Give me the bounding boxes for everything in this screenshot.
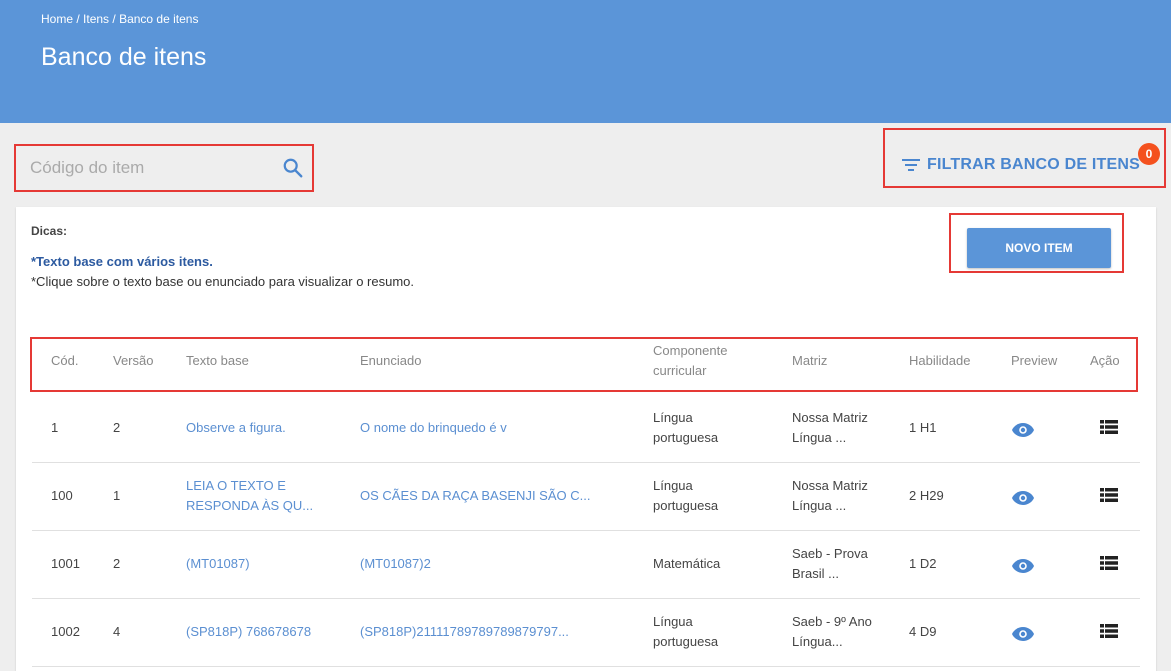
row-version: 4: [113, 624, 121, 639]
col-component[interactable]: Componente curricular: [653, 341, 727, 381]
row-code: 1002: [51, 624, 80, 639]
breadcrumb-home[interactable]: Home: [41, 12, 73, 26]
row-version: 2: [113, 556, 121, 571]
row-code: 1001: [51, 556, 80, 571]
tip-click-summary: *Clique sobre o texto base ou enunciado …: [31, 274, 415, 289]
search-box: [14, 144, 314, 192]
eye-icon[interactable]: [1011, 490, 1035, 506]
search-icon[interactable]: [282, 157, 304, 179]
row-version: 2: [113, 420, 121, 435]
col-action: Ação: [1090, 353, 1120, 368]
row-base-text[interactable]: LEIA O TEXTO E RESPONDA ÀS QU...: [186, 476, 313, 516]
row-statement[interactable]: (MT01087)2: [360, 554, 431, 574]
col-base-text[interactable]: Texto base: [186, 351, 249, 371]
row-skill: 1 D2: [909, 556, 937, 571]
filter-count-badge: 0: [1138, 143, 1160, 165]
list-icon[interactable]: [1100, 488, 1118, 502]
list-icon[interactable]: [1100, 420, 1118, 434]
row-component: Língua portuguesa: [653, 478, 719, 513]
eye-icon[interactable]: [1011, 558, 1035, 574]
row-statement[interactable]: OS CÃES DA RAÇA BASENJI SÃO C...: [360, 486, 590, 506]
row-matrix: Saeb - 9º Ano Língua...: [792, 614, 872, 649]
col-code[interactable]: Cód.: [51, 351, 78, 371]
row-base-text[interactable]: Observe a figura.: [186, 418, 286, 438]
row-skill: 4 D9: [909, 624, 937, 639]
breadcrumb-itens[interactable]: Itens: [83, 12, 109, 26]
row-code: 100: [51, 488, 73, 503]
col-skill[interactable]: Habilidade: [909, 351, 970, 371]
col-version[interactable]: Versão: [113, 351, 153, 371]
page-header: Home / Itens / Banco de itens Banco de i…: [0, 0, 1171, 123]
filter-label: FILTRAR BANCO DE ITENS: [927, 156, 1140, 173]
tip-multiple-items: *Texto base com vários itens.: [31, 254, 213, 269]
filter-icon: [902, 159, 920, 171]
row-component: Língua portuguesa: [653, 614, 719, 649]
table-row: 1002 4 (SP818P) 768678678 (SP818P)211117…: [32, 599, 1140, 667]
search-input[interactable]: [30, 154, 270, 182]
breadcrumb: Home / Itens / Banco de itens: [41, 12, 199, 26]
row-matrix: Saeb - Prova Brasil ...: [792, 546, 868, 581]
table-row: 100 1 LEIA O TEXTO E RESPONDA ÀS QU... OS…: [32, 463, 1140, 531]
row-matrix: Nossa Matriz Língua ...: [792, 410, 868, 445]
filter-button[interactable]: FILTRAR BANCO DE ITENS 0: [883, 128, 1166, 188]
row-component: Língua portuguesa: [653, 410, 719, 445]
tips-title: Dicas:: [31, 224, 68, 238]
eye-icon[interactable]: [1011, 422, 1035, 438]
row-code: 1: [51, 420, 59, 435]
table-header: Cód. Versão Texto base Enunciado Compone…: [30, 337, 1138, 392]
row-base-text[interactable]: (MT01087): [186, 554, 250, 574]
col-preview: Preview: [1011, 353, 1058, 368]
col-statement[interactable]: Enunciado: [360, 351, 421, 371]
new-item-button[interactable]: NOVO ITEM: [967, 228, 1111, 268]
list-icon[interactable]: [1100, 556, 1118, 570]
row-matrix: Nossa Matriz Língua ...: [792, 478, 868, 513]
row-skill: 1 H1: [909, 420, 937, 435]
list-icon[interactable]: [1100, 624, 1118, 638]
breadcrumb-current: Banco de itens: [119, 12, 199, 26]
row-component: Matemática: [653, 556, 721, 571]
table-row: 1001 2 (MT01087) (MT01087)2 Matemática S…: [32, 531, 1140, 599]
row-skill: 2 H29: [909, 488, 944, 503]
row-statement[interactable]: (SP818P)21111789789789879797...: [360, 622, 569, 642]
new-item-highlight: NOVO ITEM: [949, 213, 1124, 273]
row-version: 1: [113, 488, 121, 503]
page-title: Banco de itens: [41, 43, 207, 71]
table-row: 1 2 Observe a figura. O nome do brinqued…: [32, 395, 1140, 463]
col-matrix[interactable]: Matriz: [792, 351, 827, 371]
items-card: Dicas: *Texto base com vários itens. *Cl…: [16, 207, 1156, 671]
row-statement[interactable]: O nome do brinquedo é v: [360, 418, 507, 438]
eye-icon[interactable]: [1011, 626, 1035, 642]
row-base-text[interactable]: (SP818P) 768678678: [186, 622, 311, 642]
